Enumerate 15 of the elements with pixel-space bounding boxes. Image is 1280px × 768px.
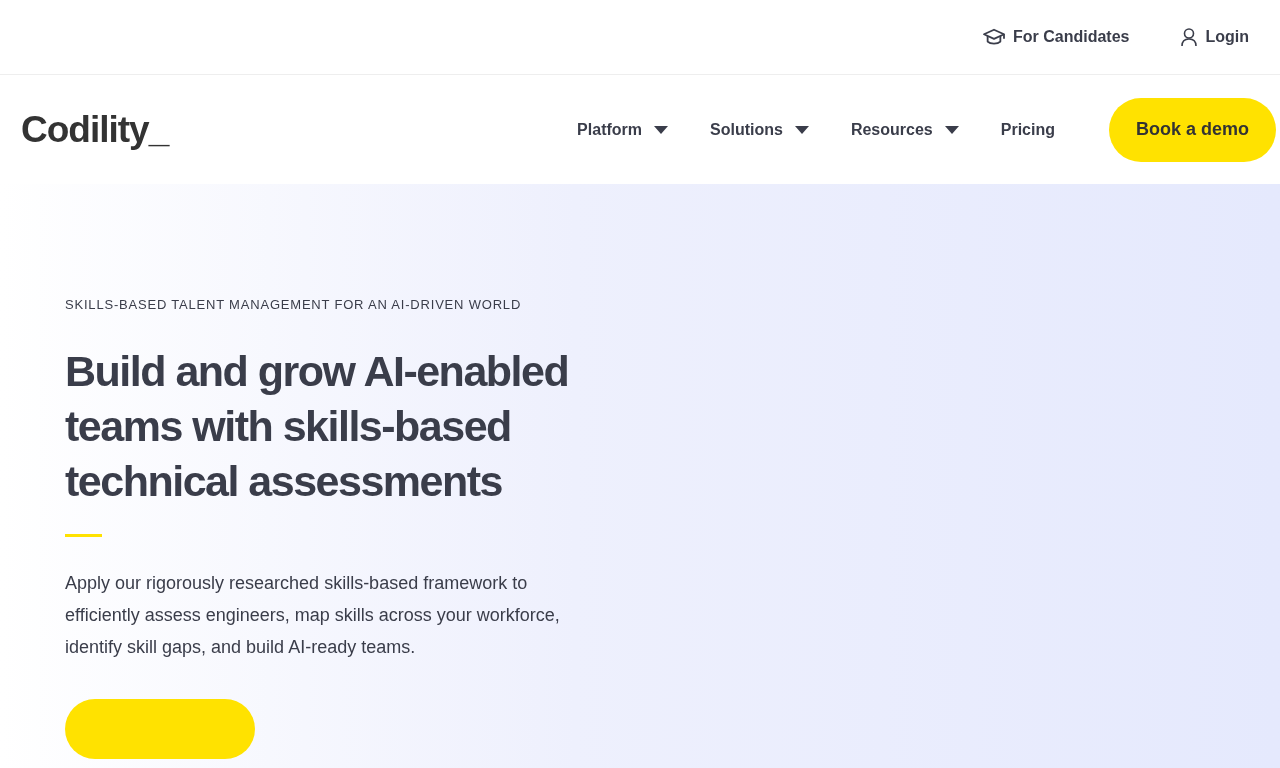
nav-link[interactable]: Resources [850, 117, 959, 142]
hero-description: Apply our rigorously researched skills-based framework to efficiently assess engineers, map skills across your workforce, identify skill gaps, and build AI-ready teams. [65, 572, 561, 659]
nav-link[interactable]: Platform [577, 117, 668, 142]
user-icon [1181, 27, 1198, 47]
hero-heading: Build and grow AI-enabled teams with skills-based technical assessments [65, 346, 570, 507]
top-link[interactable]: Login [1181, 25, 1249, 49]
accent-rule [65, 534, 102, 537]
book-demo-button[interactable]: Book a demo [1108, 97, 1276, 162]
graduation-cap-icon [983, 27, 1005, 47]
eyebrow-text: SKILLS-BASED TALENT MANAGEMENT FOR AN AI-DRIVEN WORLD [65, 296, 523, 313]
nav-link[interactable]: Pricing [1000, 117, 1055, 142]
top-link[interactable]: For Candidates [983, 25, 1130, 49]
nav-link[interactable]: Solutions [710, 117, 809, 142]
logo[interactable]: Codility_ [21, 101, 169, 158]
cta-button[interactable] [65, 699, 255, 759]
